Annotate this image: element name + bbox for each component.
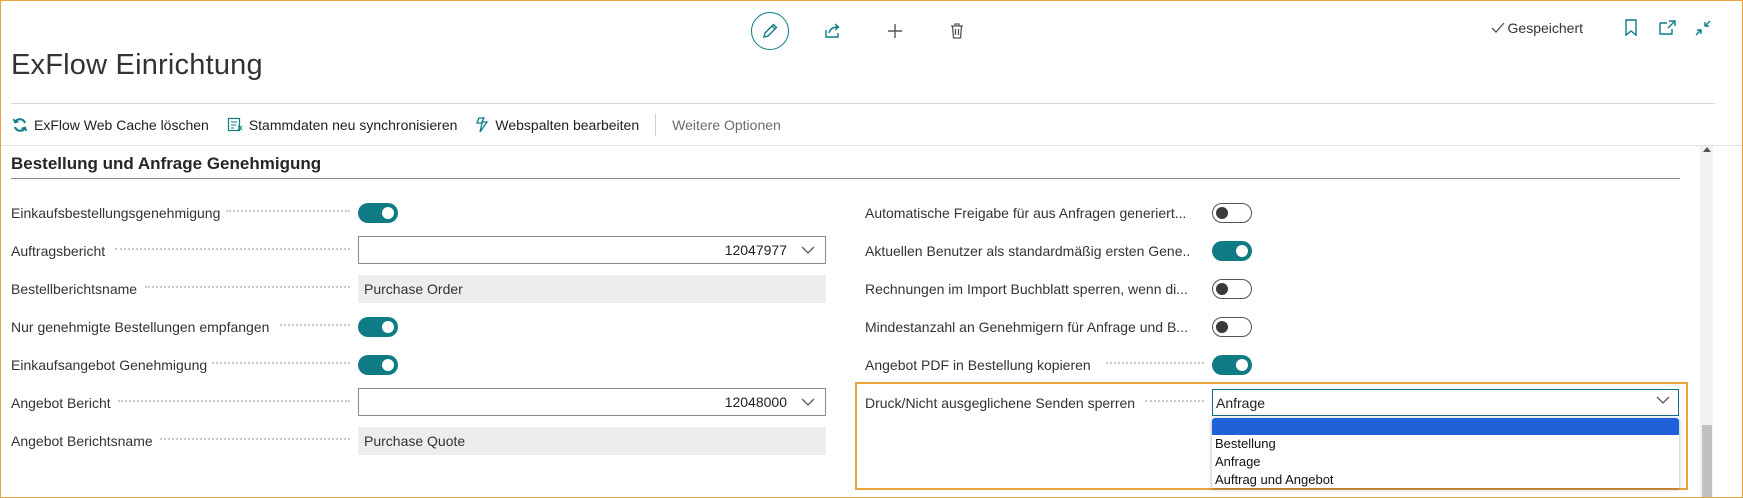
clear-web-cache-button[interactable]: ExFlow Web Cache löschen <box>12 117 209 133</box>
edit-web-columns-label: Webspalten bearbeiten <box>495 117 640 133</box>
action-toolbar: ExFlow Web Cache löschen Stammdaten neu … <box>12 111 799 139</box>
field-label: Aktuellen Benutzer als standardmäßig ers… <box>865 243 1190 259</box>
order-report-name-value: Purchase Order <box>358 275 826 303</box>
dropdown-option-bestellung[interactable]: Bestellung <box>1212 435 1679 453</box>
share-icon <box>825 23 840 38</box>
resync-master-data-button[interactable]: Stammdaten neu synchronisieren <box>227 117 458 133</box>
field-leader-dots <box>280 324 350 326</box>
more-options-button[interactable]: Weitere Optionen <box>672 117 781 133</box>
field-row: Einkaufsangebot Genehmigung <box>11 353 207 377</box>
field-leader-dots <box>1145 400 1204 402</box>
scroll-up-arrow-icon[interactable] <box>1703 147 1711 152</box>
field-leader-dots <box>1106 362 1204 364</box>
field-leader-dots <box>118 400 350 402</box>
field-row: Aktuellen Benutzer als standardmäßig ers… <box>865 239 1190 263</box>
field-row: Bestellberichtsname <box>11 277 137 301</box>
field-row: Mindestanzahl an Genehmigern für Anfrage… <box>865 315 1190 339</box>
quote-report-name-value: Purchase Quote <box>358 427 826 455</box>
field-leader-dots <box>145 286 350 288</box>
field-label: Mindestanzahl an Genehmigern für Anfrage… <box>865 319 1188 335</box>
field-row: Einkaufsbestellungsgenehmigung <box>11 201 351 225</box>
open-new-window-button[interactable] <box>1657 18 1677 38</box>
block-print-send-select[interactable]: Anfrage <box>1212 389 1679 416</box>
collapse-icon <box>1695 20 1711 36</box>
toolbar-separator <box>655 114 657 136</box>
order-report-value: 12047977 <box>724 242 787 258</box>
field-label: Angebot Bericht <box>11 395 111 411</box>
field-label: Bestellberichtsname <box>11 281 138 297</box>
field-label: Druck/Nicht ausgeglichene Senden sperren <box>865 395 1136 411</box>
receive-approved-orders-only-toggle[interactable] <box>358 317 398 337</box>
page-title: ExFlow Einrichtung <box>11 49 263 81</box>
chevron-down-icon <box>801 246 815 254</box>
field-label: Einkaufsangebot Genehmigung <box>11 357 208 373</box>
purchase-order-approval-toggle[interactable] <box>358 203 398 223</box>
min-approvers-toggle[interactable] <box>1212 317 1252 337</box>
field-leader-dots <box>115 248 350 250</box>
refresh-icon <box>12 118 28 132</box>
field-leader-dots <box>226 210 350 212</box>
block-invoices-import-journal-toggle[interactable] <box>1212 279 1252 299</box>
field-label: Angebot Berichtsname <box>11 433 153 449</box>
section-divider <box>11 178 1680 179</box>
toolbar-divider <box>0 145 1743 146</box>
quote-report-value: 12048000 <box>724 394 787 410</box>
edit-web-columns-button[interactable]: Webspalten bearbeiten <box>475 117 639 133</box>
checkmark-icon <box>1491 22 1505 33</box>
field-label: Rechnungen im Import Buchblatt sperren, … <box>865 281 1188 297</box>
dropdown-option-auftrag-und-angebot[interactable]: Auftrag und Angebot <box>1212 471 1679 489</box>
auto-release-from-requests-toggle[interactable] <box>1212 203 1252 223</box>
edit-button[interactable] <box>751 12 789 50</box>
dropdown-options-list: Bestellung Anfrage Auftrag und Angebot <box>1212 418 1679 488</box>
plus-icon <box>888 24 902 38</box>
title-divider <box>11 103 1715 104</box>
open-in-new-window-icon <box>1659 20 1676 35</box>
field-row: Angebot Berichtsname <box>11 429 153 453</box>
share-button[interactable] <box>815 13 851 49</box>
field-row: Druck/Nicht ausgeglichene Senden sperren <box>865 391 1135 415</box>
field-row: Auftragsbericht <box>11 239 105 263</box>
dropdown-option-empty[interactable] <box>1212 418 1679 435</box>
new-button[interactable] <box>877 13 913 49</box>
field-label: Automatische Freigabe für aus Anfragen g… <box>865 205 1187 221</box>
bookmark-icon <box>1625 19 1637 37</box>
field-row: Angebot PDF in Bestellung kopieren <box>865 353 1091 377</box>
page-actions <box>751 11 975 51</box>
collapse-button[interactable] <box>1693 18 1713 38</box>
section-title[interactable]: Bestellung und Anfrage Genehmigung <box>11 154 321 174</box>
field-label: Nur genehmigte Bestellungen empfangen <box>11 319 270 335</box>
sync-data-icon <box>227 117 243 132</box>
delete-button[interactable] <box>939 13 975 49</box>
field-label: Einkaufsbestellungsgenehmigung <box>11 205 221 221</box>
purchase-quote-approval-toggle[interactable] <box>358 355 398 375</box>
block-print-send-value: Anfrage <box>1216 394 1266 411</box>
order-report-select[interactable]: 12047977 <box>358 236 826 264</box>
field-row: Rechnungen im Import Buchblatt sperren, … <box>865 277 1190 301</box>
trash-icon <box>951 23 963 39</box>
field-leader-dots <box>212 362 350 364</box>
page-status-area: Gespeichert <box>1491 18 1713 38</box>
pencil-icon <box>763 23 778 38</box>
bookmark-button[interactable] <box>1621 18 1641 38</box>
edit-columns-icon <box>476 117 489 133</box>
saved-status-label: Gespeichert <box>1507 20 1583 36</box>
quote-report-select[interactable]: 12048000 <box>358 388 826 416</box>
scrollbar-thumb[interactable] <box>1702 425 1712 498</box>
field-row: Automatische Freigabe für aus Anfragen g… <box>865 201 1190 225</box>
field-row: Nur genehmigte Bestellungen empfangen <box>11 315 269 339</box>
field-label: Angebot PDF in Bestellung kopieren <box>865 357 1091 373</box>
resync-master-data-label: Stammdaten neu synchronisieren <box>248 117 458 133</box>
saved-status: Gespeichert <box>1491 20 1583 36</box>
chevron-down-icon <box>1656 396 1670 404</box>
field-row: Angebot Bericht <box>11 391 111 415</box>
current-user-first-approver-toggle[interactable] <box>1212 241 1252 261</box>
copy-quote-pdf-toggle[interactable] <box>1212 355 1252 375</box>
field-label: Auftragsbericht <box>11 243 106 259</box>
clear-web-cache-label: ExFlow Web Cache löschen <box>34 117 209 133</box>
chevron-down-icon <box>801 398 815 406</box>
dropdown-option-anfrage[interactable]: Anfrage <box>1212 453 1679 471</box>
field-leader-dots <box>160 438 350 440</box>
